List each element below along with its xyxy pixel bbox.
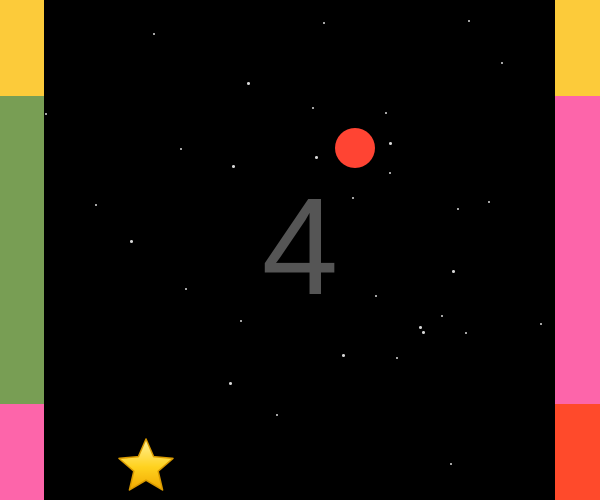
background-star bbox=[323, 22, 325, 24]
background-star bbox=[229, 382, 232, 385]
background-star bbox=[457, 208, 459, 210]
background-star bbox=[389, 172, 391, 174]
background-star bbox=[419, 326, 422, 329]
background-star bbox=[452, 270, 455, 273]
background-star bbox=[130, 240, 133, 243]
background-star bbox=[501, 62, 503, 64]
background-star bbox=[468, 20, 470, 22]
background-star bbox=[375, 295, 377, 297]
background-star bbox=[315, 156, 318, 159]
background-star bbox=[389, 142, 392, 145]
background-star bbox=[180, 148, 182, 150]
score-counter: 4 bbox=[261, 170, 339, 324]
game-canvas[interactable]: 4 bbox=[0, 0, 600, 500]
player-ball[interactable] bbox=[335, 128, 375, 168]
background-star bbox=[465, 332, 467, 334]
background-star bbox=[312, 107, 314, 109]
background-star bbox=[540, 323, 542, 325]
star-icon[interactable] bbox=[116, 437, 176, 493]
background-star bbox=[422, 331, 425, 334]
background-star bbox=[232, 165, 235, 168]
background-star bbox=[342, 354, 345, 357]
background-star bbox=[153, 33, 155, 35]
background-star bbox=[45, 113, 47, 115]
background-star bbox=[247, 82, 250, 85]
background-star bbox=[396, 357, 398, 359]
background-star bbox=[352, 197, 354, 199]
background-star bbox=[95, 204, 97, 206]
background-star bbox=[385, 112, 387, 114]
background-star bbox=[185, 288, 187, 290]
background-star bbox=[276, 414, 278, 416]
background-star bbox=[450, 463, 452, 465]
background-star bbox=[240, 320, 242, 322]
background-star bbox=[488, 201, 490, 203]
background-star bbox=[441, 315, 443, 317]
